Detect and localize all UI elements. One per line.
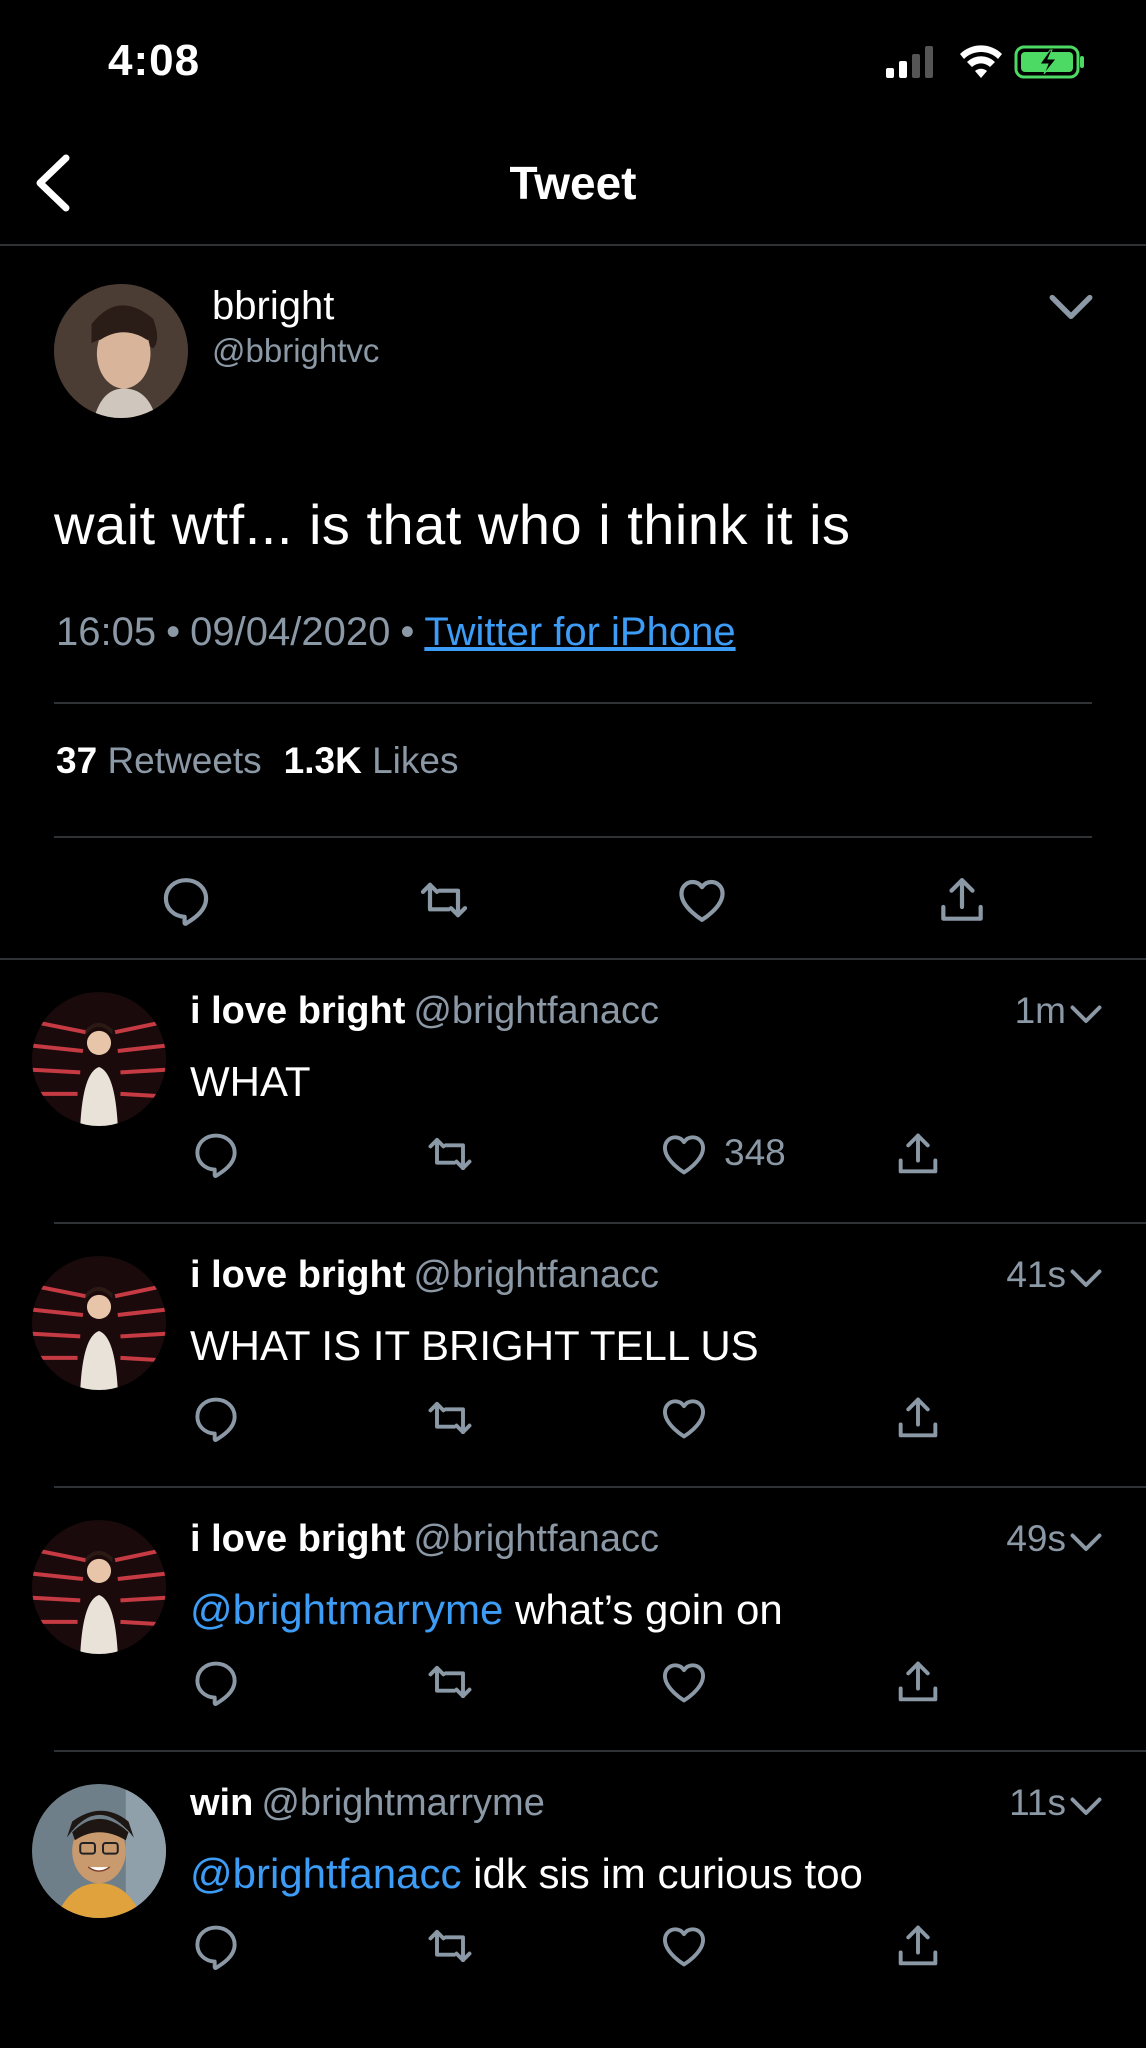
reply-author-name[interactable]: i love bright (190, 990, 405, 1032)
reply-header: i love bright @brightfanacc (190, 1518, 659, 1561)
tweet-time: 16:05 (56, 610, 157, 654)
author-handle[interactable]: @bbrightvc (212, 332, 379, 370)
divider (54, 702, 1092, 704)
avatar[interactable] (54, 284, 188, 418)
share-icon[interactable] (892, 1656, 944, 1708)
reply-time: 11s (1009, 1782, 1066, 1823)
cellular-signal-icon (884, 44, 936, 80)
page-title: Tweet (509, 157, 637, 209)
reply-tweet[interactable]: i love bright @brightfanacc 41s WHAT IS I… (0, 1224, 1146, 1488)
retweet-count: 37 (56, 740, 98, 781)
retweet-icon[interactable] (424, 1128, 476, 1180)
battery-charging-icon (1014, 44, 1086, 80)
meta-separator: • (400, 610, 415, 654)
heart-icon[interactable] (658, 1392, 710, 1444)
reply-header: i love bright @brightfanacc (190, 990, 659, 1033)
retweet-icon[interactable] (416, 872, 472, 928)
reply-text: @brightmarryme what’s goin on (190, 1586, 783, 1634)
chevron-down-icon[interactable] (1068, 1002, 1104, 1028)
share-icon[interactable] (892, 1392, 944, 1444)
reply-text: WHAT IS IT BRIGHT TELL US (190, 1322, 759, 1370)
chevron-down-icon[interactable] (1046, 290, 1096, 326)
tweet-source-link[interactable]: Twitter for iPhone (424, 610, 735, 654)
likes-stat[interactable]: 1.3K Likes (284, 740, 459, 781)
tweet-date: 09/04/2020 (190, 610, 391, 654)
retweet-icon[interactable] (424, 1656, 476, 1708)
reply-author-handle[interactable]: @brightfanacc (413, 990, 659, 1032)
like-count: 1.3K (283, 740, 362, 781)
reply-header: i love bright @brightfanacc (190, 1254, 659, 1297)
heart-icon[interactable] (658, 1128, 710, 1180)
status-bar: 4:08 (0, 0, 1146, 120)
heart-icon[interactable] (674, 872, 730, 928)
reply-header: win @brightmarryme (190, 1782, 545, 1825)
tweet-text: wait wtf... is that who i think it is (54, 493, 851, 556)
chevron-down-icon[interactable] (1068, 1266, 1104, 1292)
tweet-meta: 16:05 • 09/04/2020 • Twitter for iPhone (56, 610, 736, 655)
reply-author-handle[interactable]: @brightmarryme (261, 1782, 545, 1824)
avatar[interactable] (32, 992, 166, 1126)
avatar[interactable] (32, 1256, 166, 1390)
reply-text: @brightfanacc idk sis im curious too (190, 1850, 863, 1898)
reply-tweet[interactable]: i love bright @brightfanacc 1m WHAT 348 (0, 960, 1146, 1224)
reply-mention[interactable]: @brightfanacc (190, 1850, 461, 1897)
author-name[interactable]: bbright (212, 284, 334, 329)
reply-time: 49s (1006, 1518, 1066, 1559)
reply-author-handle[interactable]: @brightfanacc (413, 1518, 659, 1560)
reply-icon[interactable] (190, 1128, 242, 1180)
share-icon[interactable] (892, 1128, 944, 1180)
reply-tweet[interactable]: i love bright @brightfanacc 49s @brightma… (0, 1488, 1146, 1752)
avatar[interactable] (32, 1520, 166, 1654)
like-label: Likes (372, 740, 459, 781)
reply-icon[interactable] (190, 1656, 242, 1708)
retweet-icon[interactable] (424, 1920, 476, 1972)
avatar[interactable] (32, 1784, 166, 1918)
share-icon[interactable] (934, 872, 990, 928)
reply-body: WHAT IS IT BRIGHT TELL US (190, 1322, 759, 1369)
wifi-icon (958, 44, 1004, 80)
chevron-down-icon[interactable] (1068, 1794, 1104, 1820)
heart-icon[interactable] (658, 1920, 710, 1972)
heart-icon[interactable] (658, 1656, 710, 1708)
reply-icon[interactable] (190, 1920, 242, 1972)
reply-author-handle[interactable]: @brightfanacc (413, 1254, 659, 1296)
reply-icon[interactable] (158, 872, 214, 928)
meta-separator: • (166, 610, 181, 654)
chevron-down-icon[interactable] (1068, 1530, 1104, 1556)
reply-icon[interactable] (190, 1392, 242, 1444)
reply-time: 1m (1014, 990, 1066, 1031)
retweet-icon[interactable] (424, 1392, 476, 1444)
reply-text: WHAT (190, 1058, 311, 1106)
reply-body: idk sis im curious too (461, 1850, 863, 1897)
reply-like-count: 348 (724, 1132, 786, 1173)
reply-author-name[interactable]: i love bright (190, 1254, 405, 1296)
share-icon[interactable] (892, 1920, 944, 1972)
retweet-label: Retweets (107, 740, 262, 781)
reply-body: what’s goin on (503, 1586, 783, 1633)
reply-body: WHAT (190, 1058, 311, 1105)
reply-tweet[interactable]: win @brightmarryme 11s @brightfanacc idk … (0, 1752, 1146, 2016)
reply-mention[interactable]: @brightmarryme (190, 1586, 503, 1633)
main-tweet: bbright @bbrightvc wait wtf... is that w… (0, 246, 1146, 960)
reply-author-name[interactable]: win (190, 1782, 253, 1824)
reply-time: 41s (1006, 1254, 1066, 1295)
status-time: 4:08 (108, 36, 201, 85)
nav-bar: Tweet (0, 120, 1146, 246)
retweets-stat[interactable]: 37 Retweets (56, 740, 262, 781)
tweet-stats: 37 Retweets 1.3K Likes (56, 740, 459, 782)
divider (54, 836, 1092, 838)
reply-author-name[interactable]: i love bright (190, 1518, 405, 1560)
